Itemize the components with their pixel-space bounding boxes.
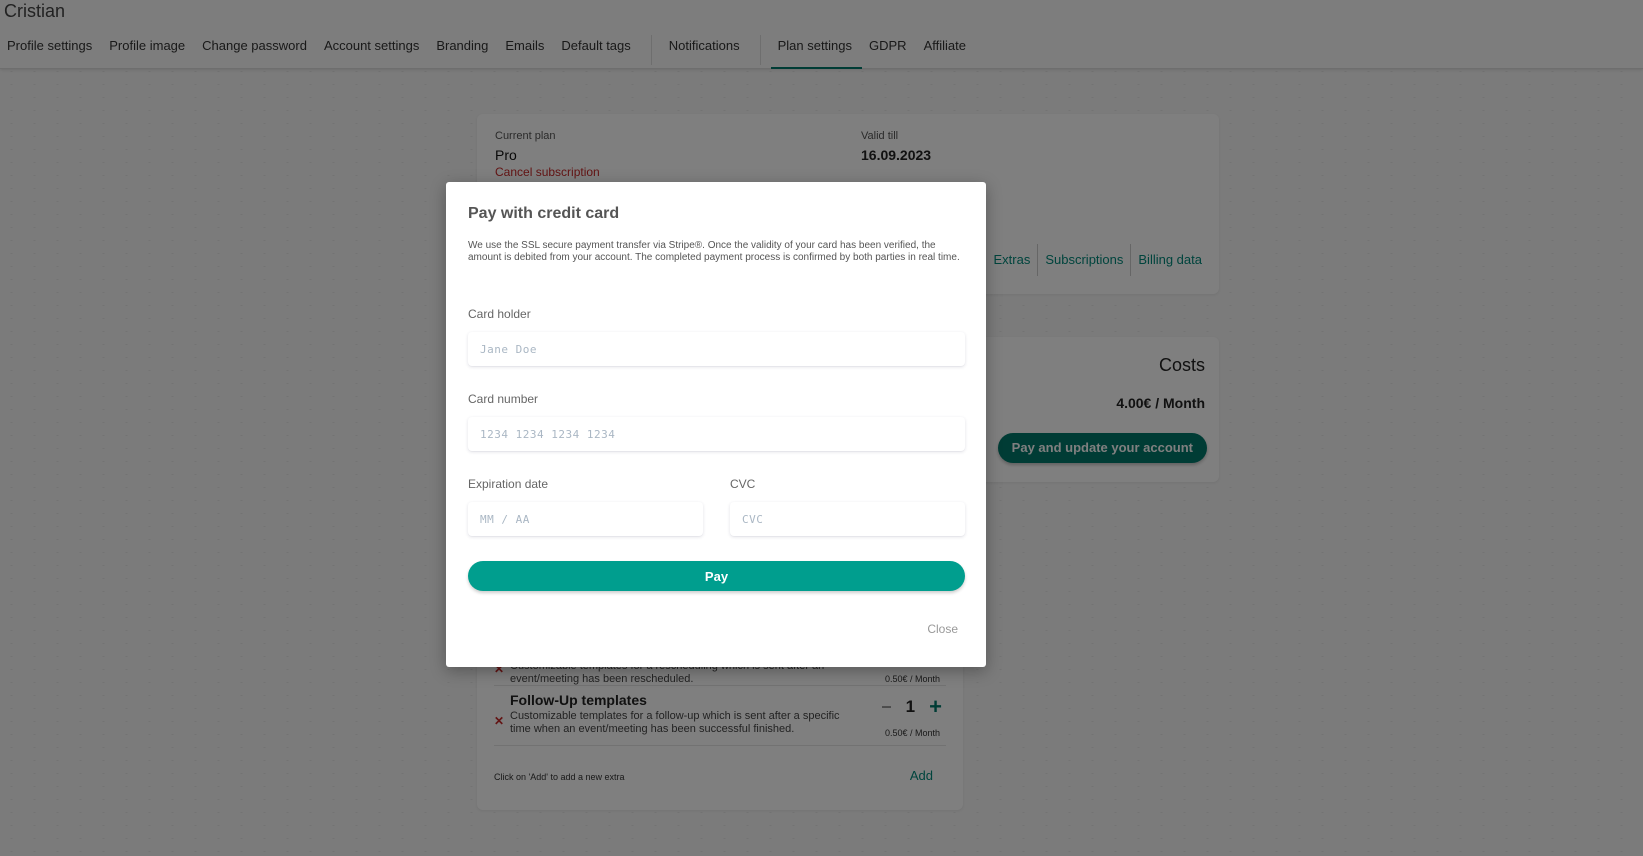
pay-button[interactable]: Pay <box>468 561 965 591</box>
card-holder-label: Card holder <box>468 307 531 321</box>
expiration-date-label: Expiration date <box>468 477 549 491</box>
card-number-label: Card number <box>468 392 539 406</box>
card-holder-input[interactable] <box>468 332 965 366</box>
cvc-label: CVC <box>730 477 756 491</box>
modal-description: We use the SSL secure payment transfer v… <box>468 240 960 263</box>
card-number-input[interactable] <box>468 417 965 451</box>
modal-title: Pay with credit card <box>468 205 620 222</box>
expiration-date-input[interactable] <box>468 502 703 536</box>
close-button[interactable]: Close <box>927 622 958 636</box>
cvc-input[interactable] <box>730 502 965 536</box>
credit-card-modal: Pay with credit card We use the SSL secu… <box>446 182 986 667</box>
